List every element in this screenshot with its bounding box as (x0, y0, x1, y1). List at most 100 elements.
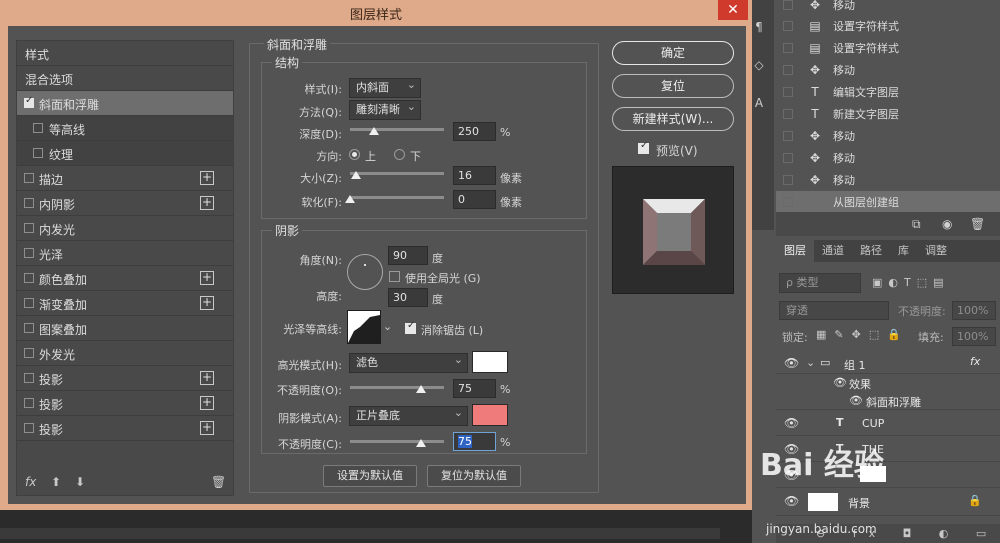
add-icon[interactable]: + (200, 271, 214, 285)
chevron-down-icon[interactable]: ⌄ (806, 356, 815, 369)
reset-default-button[interactable]: 复位为默认值 (427, 465, 521, 487)
size-slider-thumb[interactable] (350, 171, 361, 179)
tab-paths[interactable]: 路径 (852, 240, 890, 262)
tab-channels[interactable]: 通道 (814, 240, 852, 262)
history-item[interactable]: ▤ 设置字符样式 (776, 37, 1000, 59)
history-item-selected[interactable]: 从图层创建组 (776, 191, 1000, 213)
paragraph-icon[interactable]: ¶ (752, 20, 766, 34)
style-item-drop-shadow[interactable]: 投影 + (17, 416, 233, 441)
camera-icon[interactable]: ◉ (942, 217, 952, 231)
depth-slider-thumb[interactable] (368, 127, 379, 135)
close-button[interactable]: ✕ (718, 0, 748, 20)
history-item[interactable]: T 编辑文字图层 (776, 81, 1000, 103)
add-icon[interactable]: + (200, 171, 214, 185)
style-item-pattern-overlay[interactable]: 图案叠加 (17, 316, 233, 341)
direction-down-radio[interactable] (394, 149, 405, 160)
size-input[interactable]: 16 (453, 166, 496, 185)
checkbox[interactable] (24, 398, 34, 408)
checkbox[interactable] (24, 173, 34, 183)
checkbox[interactable] (24, 373, 34, 383)
fill-input[interactable]: 100% (952, 327, 996, 346)
angle-input[interactable]: 90 (388, 246, 428, 265)
add-icon[interactable]: + (200, 196, 214, 210)
history-item[interactable]: ▤ 设置字符样式 (776, 15, 1000, 37)
style-item-stroke[interactable]: 描边 + (17, 166, 233, 191)
style-item-gradient-overlay[interactable]: 渐变叠加 + (17, 291, 233, 316)
direction-up-radio[interactable] (349, 149, 360, 160)
antialias-checkbox[interactable] (405, 320, 416, 334)
tab-adjustments[interactable]: 调整 (917, 240, 955, 262)
layer-row-group[interactable]: 👁 ⌄ ▭ 组 1 fx (776, 352, 1000, 374)
style-item-outer-glow[interactable]: 外发光 (17, 341, 233, 366)
history-item[interactable]: ✥ 移动 (776, 147, 1000, 169)
blend-options-item[interactable]: 混合选项 (17, 66, 233, 91)
history-item[interactable]: ✥ 移动 (776, 0, 1000, 16)
shadow-mode-select[interactable]: 正片叠底 (349, 404, 468, 426)
layer-row-cup[interactable]: 👁 T CUP (776, 410, 1000, 436)
shadow-opacity-thumb[interactable] (415, 439, 426, 447)
highlight-opacity-thumb[interactable] (415, 385, 426, 393)
fx-icon[interactable]: fx (25, 475, 36, 489)
checkbox[interactable] (24, 298, 34, 308)
layer-filter-icons[interactable]: ▣◐T⬚▤ (872, 276, 950, 289)
text-panel-icon[interactable]: A (752, 96, 766, 110)
lock-icons[interactable]: ▦✎✥⬚🔒 (816, 328, 909, 341)
highlight-opacity-input[interactable]: 75 (453, 379, 496, 398)
tab-library[interactable]: 库 (890, 240, 917, 262)
ok-button[interactable]: 确定 (612, 41, 734, 65)
make-default-button[interactable]: 设置为默认值 (323, 465, 417, 487)
checkbox[interactable] (33, 148, 43, 158)
style-item-color-overlay[interactable]: 颜色叠加 + (17, 266, 233, 291)
eye-icon[interactable]: 👁 (784, 416, 799, 430)
chevron-down-icon[interactable]: ⌄ (383, 320, 392, 333)
soften-slider-thumb[interactable] (345, 195, 355, 203)
history-item[interactable]: T 新建文字图层 (776, 103, 1000, 125)
checkbox[interactable] (24, 323, 34, 333)
eye-icon[interactable]: 👁 (784, 356, 799, 370)
soften-input[interactable]: 0 (453, 190, 496, 209)
checkbox[interactable] (24, 198, 34, 208)
eye-icon[interactable]: 👁 (849, 394, 863, 407)
style-item-drop-shadow[interactable]: 投影 + (17, 391, 233, 416)
eye-icon[interactable]: 👁 (784, 494, 799, 508)
eye-icon[interactable]: 👁 (833, 376, 847, 389)
history-item[interactable]: ✥ 移动 (776, 125, 1000, 147)
checkbox[interactable] (33, 123, 43, 133)
altitude-input[interactable]: 30 (388, 288, 428, 307)
effect-bevel-row[interactable]: 👁 斜面和浮雕 (776, 392, 1000, 410)
effects-row[interactable]: 👁 效果 (776, 374, 1000, 392)
style-item-satin[interactable]: 光泽 (17, 241, 233, 266)
highlight-opacity-slider[interactable] (350, 386, 444, 389)
layer-row-background[interactable]: 👁 背景 🔒 (776, 488, 1000, 516)
soften-slider[interactable] (350, 196, 444, 199)
trash-icon[interactable]: 🗑 (970, 217, 985, 231)
checkbox[interactable] (24, 273, 34, 283)
move-down-icon[interactable]: ⬇ (75, 475, 85, 489)
checkbox[interactable] (24, 423, 34, 433)
add-icon[interactable]: + (200, 296, 214, 310)
style-item-contour[interactable]: 等高线 (17, 116, 233, 141)
highlight-color-swatch[interactable] (472, 351, 508, 373)
title-bar[interactable]: 图层样式 ✕ (0, 0, 752, 24)
checkbox[interactable] (24, 95, 34, 108)
trash-icon[interactable]: 🗑 (211, 475, 226, 489)
gloss-contour-preview[interactable] (347, 310, 381, 344)
layer-opacity-input[interactable]: 100% (952, 301, 996, 320)
add-icon[interactable]: + (200, 396, 214, 410)
angle-dial[interactable] (347, 254, 383, 290)
bevel-style-select[interactable]: 内斜面 (349, 76, 421, 98)
layer-blend-select[interactable]: 穿透 (779, 301, 889, 320)
reset-button[interactable]: 复位 (612, 74, 734, 98)
depth-input[interactable]: 250 (453, 122, 496, 141)
checkbox[interactable] (24, 248, 34, 258)
style-item-inner-glow[interactable]: 内发光 (17, 216, 233, 241)
new-style-button[interactable]: 新建样式(W)... (612, 107, 734, 131)
history-item[interactable]: ✥ 移动 (776, 59, 1000, 81)
history-item[interactable]: ✥ 移动 (776, 169, 1000, 191)
layer-filter-select[interactable]: ρ 类型 (779, 273, 861, 293)
technique-select[interactable]: 雕刻清晰 (349, 98, 421, 120)
add-icon[interactable]: + (200, 421, 214, 435)
checkbox[interactable] (24, 223, 34, 233)
move-up-icon[interactable]: ⬆ (51, 475, 61, 489)
cube-icon[interactable]: ◇ (752, 58, 766, 72)
